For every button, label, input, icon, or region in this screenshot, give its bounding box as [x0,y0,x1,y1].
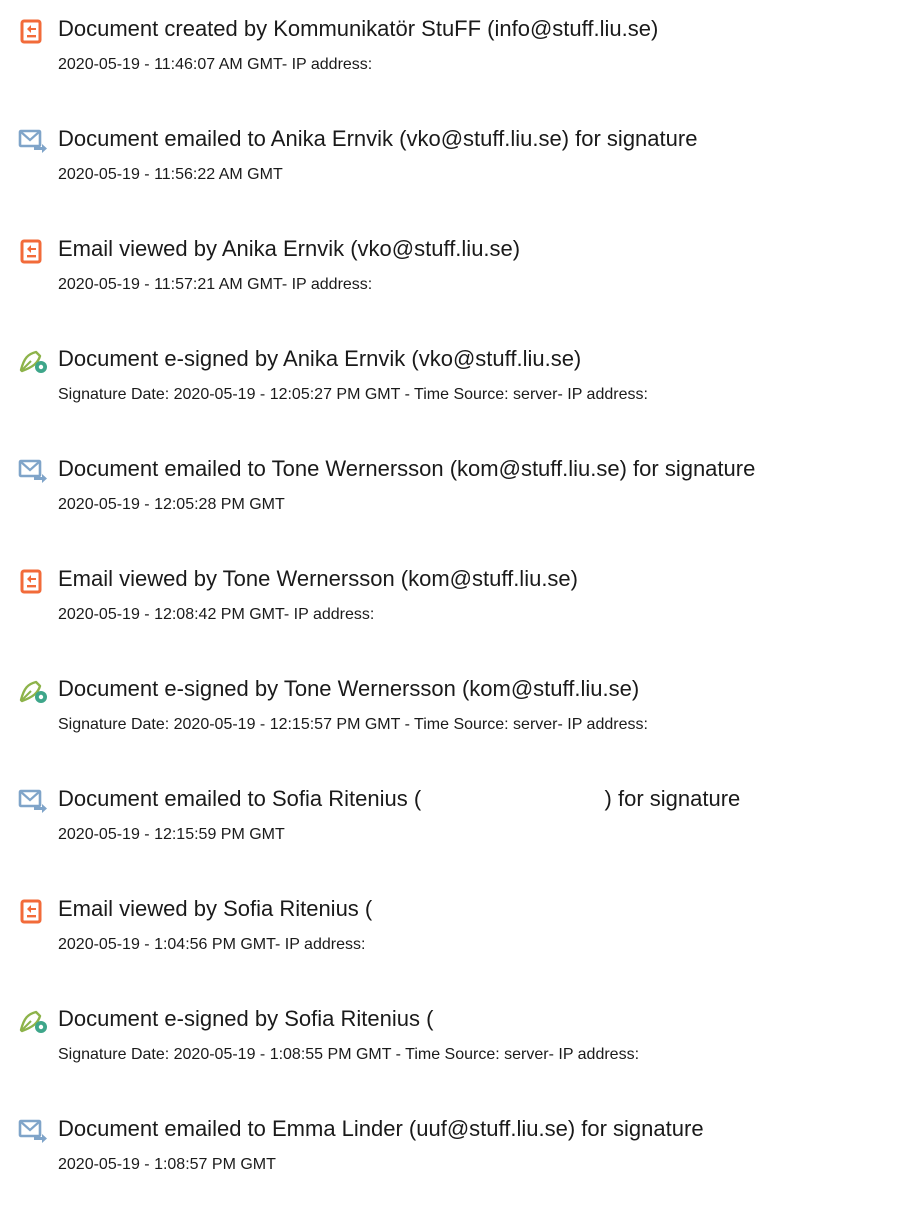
email-sent-icon [18,128,48,154]
event-timestamp: 2020-05-19 - 12:15:59 PM GMT [58,826,285,843]
event-title: Document e-signed by Tone Wernersson (ko… [58,676,640,701]
event-title: Email viewed by Sofia Ritenius ( [58,896,373,921]
email-sent-icon [18,458,48,484]
event-item: Email viewed by Sofia Ritenius ( 2020-05… [0,890,907,1000]
event-timestamp: 2020-05-19 - 12:05:28 PM GMT [58,496,285,513]
event-title: Document e-signed by Anika Ernvik (vko@s… [58,346,582,371]
document-icon [18,238,48,264]
event-item: Email viewed by Anika Ernvik (vko@stuff.… [0,230,907,340]
email-sent-icon [18,1118,48,1144]
event-title: Email viewed by Anika Ernvik (vko@stuff.… [58,236,521,261]
event-item: Document e-signed by Anika Ernvik (vko@s… [0,340,907,450]
event-item: Document emailed to Sofia Ritenius ( ) f… [0,780,907,890]
event-timestamp: Signature Date: 2020-05-19 - 1:08:55 PM … [58,1046,640,1063]
event-timestamp: 2020-05-19 - 11:57:21 AM GMT- IP address… [58,276,373,293]
event-timestamp: 2020-05-19 - 11:46:07 AM GMT- IP address… [58,56,373,73]
esign-pen-icon [18,678,48,704]
event-item: Document emailed to Emma Linder (uuf@stu… [0,1110,907,1220]
event-title: Document e-signed by Sofia Ritenius ( [58,1006,434,1031]
event-item: Document e-signed by Sofia Ritenius ( Si… [0,1000,907,1110]
document-icon [18,18,48,44]
event-timestamp: 2020-05-19 - 1:08:57 PM GMT [58,1156,276,1173]
event-title: Document emailed to Anika Ernvik (vko@st… [58,126,698,151]
event-timestamp: Signature Date: 2020-05-19 - 12:15:57 PM… [58,716,648,733]
event-title: Document emailed to Tone Wernersson (kom… [58,456,756,481]
document-icon [18,898,48,924]
event-title: Document emailed to Sofia Ritenius ( ) f… [58,786,741,811]
event-item: Document emailed to Tone Wernersson (kom… [0,450,907,560]
event-timestamp: 2020-05-19 - 12:08:42 PM GMT- IP address… [58,606,375,623]
event-title: Email viewed by Tone Wernersson (kom@stu… [58,566,578,591]
event-title: Document emailed to Emma Linder (uuf@stu… [58,1116,704,1141]
event-item: Document created by Kommunikatör StuFF (… [0,10,907,120]
event-timestamp: 2020-05-19 - 11:56:22 AM GMT [58,166,283,183]
event-item: Email viewed by Tone Wernersson (kom@stu… [0,560,907,670]
event-item: Document e-signed by Tone Wernersson (ko… [0,670,907,780]
document-icon [18,568,48,594]
event-timestamp: 2020-05-19 - 1:04:56 PM GMT- IP address: [58,936,366,953]
event-item: Document emailed to Anika Ernvik (vko@st… [0,120,907,230]
event-timestamp: Signature Date: 2020-05-19 - 12:05:27 PM… [58,386,648,403]
esign-pen-icon [18,348,48,374]
email-sent-icon [18,788,48,814]
esign-pen-icon [18,1008,48,1034]
event-title: Document created by Kommunikatör StuFF (… [58,16,659,41]
